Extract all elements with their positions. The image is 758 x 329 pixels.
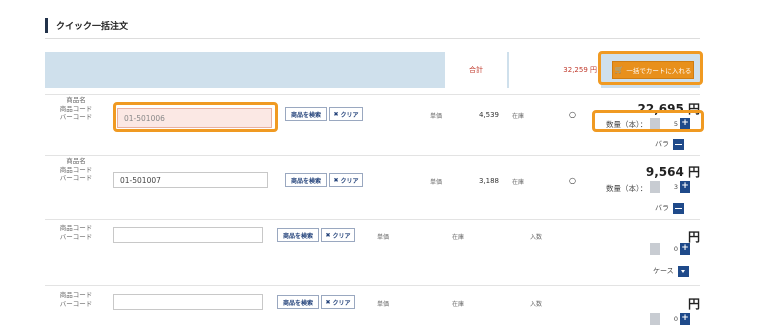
page-title-text: クイック一括注文 xyxy=(56,22,129,32)
row-divider xyxy=(45,219,700,220)
unit-price-value: 3,188 xyxy=(478,177,499,185)
field-labels: 商品名 商品コード バーコード xyxy=(45,157,107,183)
clear-button[interactable]: ✖ クリア xyxy=(321,295,355,309)
clear-label: クリア xyxy=(332,232,351,240)
pack-qty-label: 入数 xyxy=(530,301,543,308)
unit-select[interactable]: ケース xyxy=(653,265,689,277)
barcode-label: バーコード xyxy=(59,232,93,241)
quantity-value: 0 xyxy=(673,245,678,253)
field-labels: 商品コード バーコード xyxy=(45,291,107,308)
title-divider xyxy=(45,38,700,39)
unit-select[interactable]: バラ xyxy=(655,138,684,150)
clear-x-icon: ✖ xyxy=(325,298,331,306)
product-code-label: 商品コード xyxy=(59,104,93,113)
unit-select[interactable]: バラ xyxy=(655,202,684,214)
quantity-stepper[interactable]: 0 + xyxy=(650,243,690,255)
dropdown-arrow-icon xyxy=(673,138,684,150)
increment-button[interactable]: + xyxy=(680,181,690,193)
total-label: 合計 xyxy=(445,52,507,88)
order-row-2: 商品名 商品コード バーコード 商品を検索 ✖クリア 単価 3,188 在庫 ○… xyxy=(45,157,700,215)
page-title: クイック一括注文 xyxy=(45,18,128,33)
quantity-value: 3 xyxy=(673,183,678,191)
clear-x-icon: ✖ xyxy=(333,176,339,184)
search-product-button[interactable]: 商品を検索 xyxy=(285,107,327,121)
pack-qty-label: 入数 xyxy=(530,234,543,241)
stock-label: 在庫 xyxy=(512,113,525,120)
cart-button-highlight xyxy=(598,51,703,85)
chevron-down-icon xyxy=(677,265,689,277)
order-row-4: 商品コード バーコード 商品を検索 ✖ クリア 単価 在庫 入数 円 0 + xyxy=(45,289,700,327)
product-code-input[interactable] xyxy=(113,227,263,243)
quantity-stepper[interactable]: 3 + xyxy=(650,181,690,193)
stock-label: 在庫 xyxy=(452,301,465,308)
product-code-label: 商品コード xyxy=(59,291,93,299)
unit-price-label: 単価 xyxy=(430,179,443,186)
clear-x-icon: ✖ xyxy=(325,231,331,239)
unit-price-label: 単価 xyxy=(430,113,443,120)
unit-price-value: 4,539 xyxy=(478,111,499,119)
decrement-button[interactable] xyxy=(650,181,660,193)
stock-status: ○ xyxy=(569,176,576,185)
clear-button[interactable]: ✖ クリア xyxy=(321,228,355,242)
product-code-label: 商品コード xyxy=(59,165,93,174)
clear-label: クリア xyxy=(340,111,359,119)
product-name-label: 商品名 xyxy=(66,96,86,104)
increment-button[interactable]: + xyxy=(680,243,690,255)
product-code-input[interactable] xyxy=(113,294,263,310)
unit-select-value: バラ xyxy=(655,204,669,212)
total-value: 32,259 円 xyxy=(509,52,601,88)
unit-price-label: 単価 xyxy=(377,301,390,308)
quantity-highlight xyxy=(592,110,704,132)
code-input-highlight xyxy=(113,102,278,132)
decrement-button[interactable] xyxy=(650,313,660,325)
barcode-label: バーコード xyxy=(59,113,93,121)
product-code-label: 商品コード xyxy=(59,224,93,232)
stock-status: ○ xyxy=(569,110,576,119)
row-divider xyxy=(45,155,700,156)
barcode-label: バーコード xyxy=(59,174,93,182)
quantity-value: 0 xyxy=(673,315,678,323)
unit-price-label: 単価 xyxy=(377,234,390,241)
field-labels: 商品コード バーコード xyxy=(45,224,107,241)
row-divider xyxy=(45,94,700,95)
field-labels: 商品名 商品コード バーコード xyxy=(45,96,107,122)
decrement-button[interactable] xyxy=(650,243,660,255)
unit-select-value: ケース xyxy=(653,267,674,275)
clear-button[interactable]: ✖ クリア xyxy=(329,107,363,121)
barcode-label: バーコード xyxy=(59,299,93,308)
unit-select-value: バラ xyxy=(655,140,669,148)
line-total-price: 円 xyxy=(687,297,700,311)
search-product-button[interactable]: 商品を検索 xyxy=(277,295,319,309)
clear-label: クリア xyxy=(332,299,351,307)
product-name-label: 商品名 xyxy=(66,157,86,165)
title-accent-bar xyxy=(45,18,48,33)
search-product-button[interactable]: 商品を検索 xyxy=(277,228,319,242)
stock-label: 在庫 xyxy=(452,234,465,241)
clear-label: クリア xyxy=(340,177,359,185)
dropdown-arrow-icon xyxy=(673,202,684,214)
quantity-label: 数量（本）： xyxy=(606,184,648,193)
product-code-input[interactable] xyxy=(113,172,268,188)
search-product-button[interactable]: 商品を検索 xyxy=(285,173,327,187)
clear-x-icon: ✖ xyxy=(333,110,339,118)
increment-button[interactable]: + xyxy=(680,313,690,325)
quantity-stepper[interactable]: 0 + xyxy=(650,313,690,325)
row-divider xyxy=(45,285,700,286)
order-row-3: 商品コード バーコード 商品を検索 ✖ クリア 単価 在庫 入数 円 0 + ケー… xyxy=(45,222,700,277)
line-total-price: 9,564 円 xyxy=(645,165,700,179)
stock-label: 在庫 xyxy=(512,179,525,186)
clear-button[interactable]: ✖ クリア xyxy=(329,173,363,187)
